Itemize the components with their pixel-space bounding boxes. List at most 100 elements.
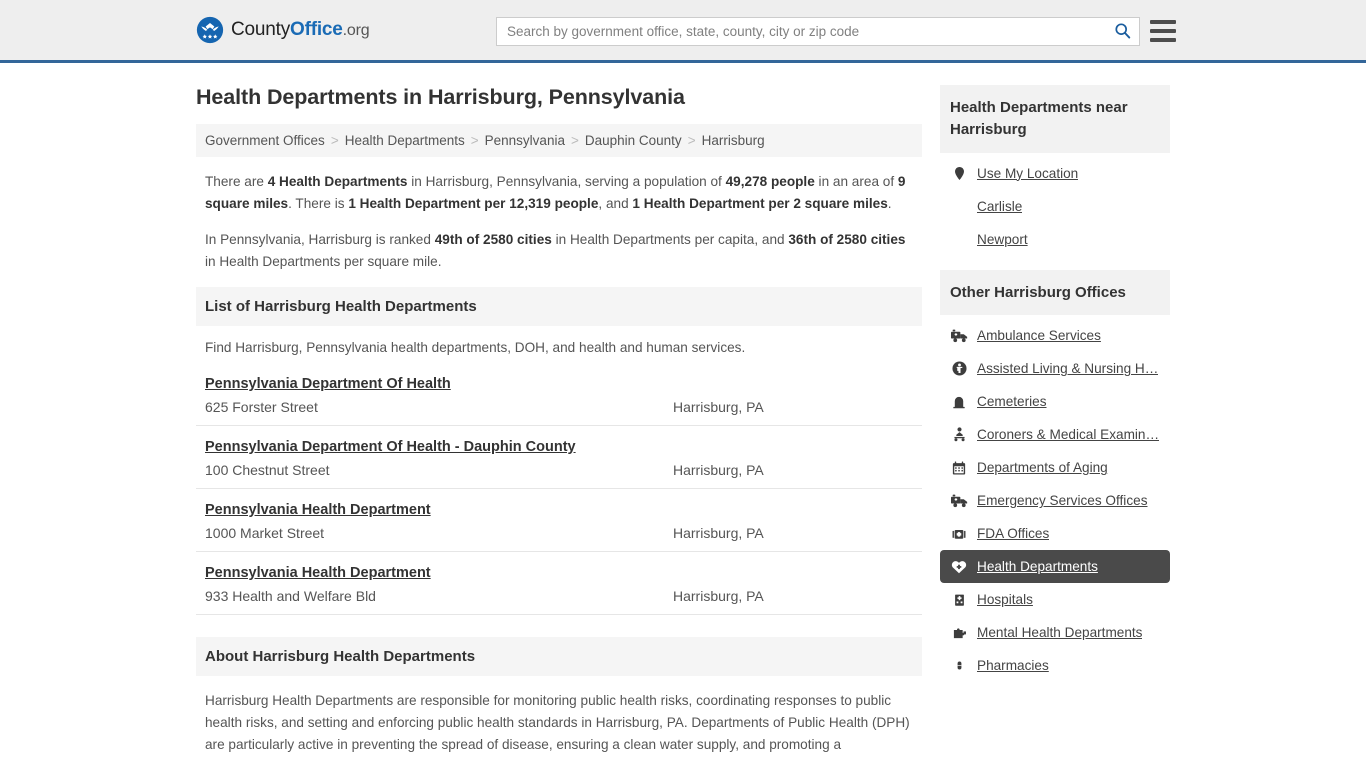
listing-address: 933 Health and Welfare Bld <box>205 588 376 605</box>
listing-city-state: Harrisburg, PA <box>673 399 764 416</box>
office-category-link[interactable]: Health Departments <box>940 550 1170 584</box>
calendar-icon <box>950 461 968 475</box>
coroner-icon <box>950 427 968 442</box>
breadcrumb-separator: > <box>330 133 339 148</box>
search-input[interactable] <box>497 18 1105 45</box>
office-category-label: Departments of Aging <box>977 460 1108 476</box>
location-pin-icon <box>950 166 968 181</box>
listing-address: 625 Forster Street <box>205 399 318 416</box>
breadcrumb-separator: > <box>570 133 579 148</box>
stat-value: 49th of 2580 cities <box>434 232 552 248</box>
breadcrumb: Government Offices > Health Departments > Pe… <box>196 124 922 157</box>
office-category-label: Pharmacies <box>977 658 1049 674</box>
listing-address: 1000 Market Street <box>205 525 325 542</box>
listing-city-state: Harrisburg, PA <box>673 462 764 479</box>
office-category-label: Hospitals <box>977 592 1033 608</box>
stat-value: 36th of 2580 cities <box>788 232 906 248</box>
stats-paragraph-rankings: In Pennsylvania, Harrisburg is ranked 49… <box>205 229 913 273</box>
listing-detail-row: 625 Forster Street Harrisburg, PA <box>205 399 913 415</box>
breadcrumb-item[interactable]: Harrisburg <box>702 133 765 148</box>
near-location-link[interactable]: Use My Location <box>940 157 1170 190</box>
office-category-link[interactable]: FDA Offices <box>940 517 1170 550</box>
stat-value: 1 Health Department per 2 square miles <box>632 196 888 212</box>
gravestone-icon <box>950 395 968 409</box>
about-section-heading: About Harrisburg Health Departments <box>196 637 922 677</box>
site-logo[interactable]: CountyOffice.org <box>196 16 370 44</box>
listing-name-link[interactable]: Pennsylvania Health Department <box>205 502 431 518</box>
office-category-link[interactable]: Coroners & Medical Examin… <box>940 418 1170 451</box>
stat-text: . There is <box>288 196 349 212</box>
office-category-link[interactable]: Emergency Services Offices <box>940 484 1170 517</box>
listing-city-state: Harrisburg, PA <box>673 588 764 605</box>
listing-name-link[interactable]: Pennsylvania Health Department <box>205 565 431 581</box>
listing-row: Pennsylvania Health Department 933 Health… <box>196 552 922 616</box>
main-column: Health Departments in Harrisburg, Pennsy… <box>196 85 922 756</box>
list-section-heading: List of Harrisburg Health Departments <box>196 287 922 327</box>
eagle-seal-icon <box>196 16 224 44</box>
near-location-link[interactable]: Newport <box>940 223 1170 256</box>
breadcrumb-item[interactable]: Pennsylvania <box>485 133 565 148</box>
office-category-label: Coroners & Medical Examin… <box>977 427 1160 443</box>
listing-city-state: Harrisburg, PA <box>673 525 764 542</box>
stat-text: in Health Departments per square mile. <box>205 254 442 270</box>
listing-row: Pennsylvania Department Of Health - Daup… <box>196 426 922 490</box>
hospital-icon <box>950 593 968 607</box>
stat-text: in Health Departments per capita, and <box>551 232 789 248</box>
search-button[interactable] <box>1105 18 1139 45</box>
near-locations-panel: Health Departments near Harrisburg Use M… <box>940 85 1170 256</box>
logo-text-org: .org <box>342 22 370 39</box>
breadcrumb-separator: > <box>687 133 696 148</box>
near-location-label: Carlisle <box>977 198 1023 214</box>
ambulance-icon <box>950 494 968 508</box>
list-section-description: Find Harrisburg, Pennsylvania health dep… <box>205 340 746 356</box>
office-category-label: Ambulance Services <box>977 328 1101 344</box>
office-category-link[interactable]: Hospitals <box>940 583 1170 616</box>
search-bar <box>496 17 1140 46</box>
near-locations-list: Use My Location Carlisle Newport <box>940 153 1170 256</box>
content-row: Health Departments in Harrisburg, Pennsy… <box>196 63 1170 756</box>
listing-name-link[interactable]: Pennsylvania Department Of Health - Daup… <box>205 439 576 455</box>
listing-detail-row: 933 Health and Welfare Bld Harrisburg, PA <box>205 588 913 604</box>
site-header: CountyOffice.org <box>0 0 1366 63</box>
office-category-label: Mental Health Departments <box>977 625 1143 641</box>
office-category-label: Emergency Services Offices <box>977 493 1148 509</box>
stat-text: In Pennsylvania, Harrisburg is ranked <box>205 232 435 248</box>
office-category-label: FDA Offices <box>977 526 1050 542</box>
page-container: Health Departments in Harrisburg, Pennsy… <box>0 63 1366 756</box>
other-offices-panel: Other Harrisburg Offices Ambulance Servi… <box>940 269 1170 683</box>
breadcrumb-item[interactable]: Government Offices <box>205 133 325 148</box>
listing-row: Pennsylvania Health Department 1000 Marke… <box>196 489 922 553</box>
stat-text: in an area of <box>814 174 898 189</box>
breadcrumb-separator: > <box>470 133 479 148</box>
breadcrumb-item[interactable]: Health Departments <box>345 133 465 148</box>
office-category-link[interactable]: Assisted Living & Nursing H… <box>940 352 1170 385</box>
office-category-link[interactable]: Cemeteries <box>940 385 1170 418</box>
logo-text-office: Office <box>290 19 343 40</box>
other-offices-heading: Other Harrisburg Offices <box>940 269 1170 316</box>
medical-kit-icon <box>950 527 968 541</box>
listing-address: 100 Chestnut Street <box>205 462 330 479</box>
near-location-label: Newport <box>977 231 1028 247</box>
sidebar: Health Departments near Harrisburg Use M… <box>940 85 1170 756</box>
stats-paragraph-counts: There are 4 Health Departments in Harris… <box>205 171 913 215</box>
heart-icon <box>950 560 968 574</box>
stat-value: 4 Health Departments <box>267 174 408 189</box>
listing-detail-row: 100 Chestnut Street Harrisburg, PA <box>205 462 913 478</box>
office-category-link[interactable]: Pharmacies <box>940 649 1170 682</box>
listing-name-link[interactable]: Pennsylvania Department Of Health <box>205 376 451 392</box>
office-category-link[interactable]: Ambulance Services <box>940 319 1170 352</box>
stat-text: in Harrisburg, Pennsylvania, serving a p… <box>407 174 726 189</box>
stat-text: There are <box>205 174 268 189</box>
other-offices-list: Ambulance Services Assisted Living & Nurs… <box>940 315 1170 682</box>
office-category-link[interactable]: Departments of Aging <box>940 451 1170 484</box>
near-location-link[interactable]: Carlisle <box>940 190 1170 223</box>
about-section-body: Harrisburg Health Departments are respon… <box>205 693 910 753</box>
pill-icon <box>950 658 968 673</box>
office-category-label: Health Departments <box>977 559 1098 575</box>
breadcrumb-item[interactable]: Dauphin County <box>585 133 682 148</box>
stat-text: . <box>887 196 892 212</box>
hamburger-menu-icon[interactable] <box>1150 20 1176 42</box>
logo-text: CountyOffice.org <box>231 19 370 41</box>
intro-statistics: There are 4 Health Departments in Harris… <box>196 157 922 273</box>
office-category-link[interactable]: Mental Health Departments <box>940 616 1170 649</box>
